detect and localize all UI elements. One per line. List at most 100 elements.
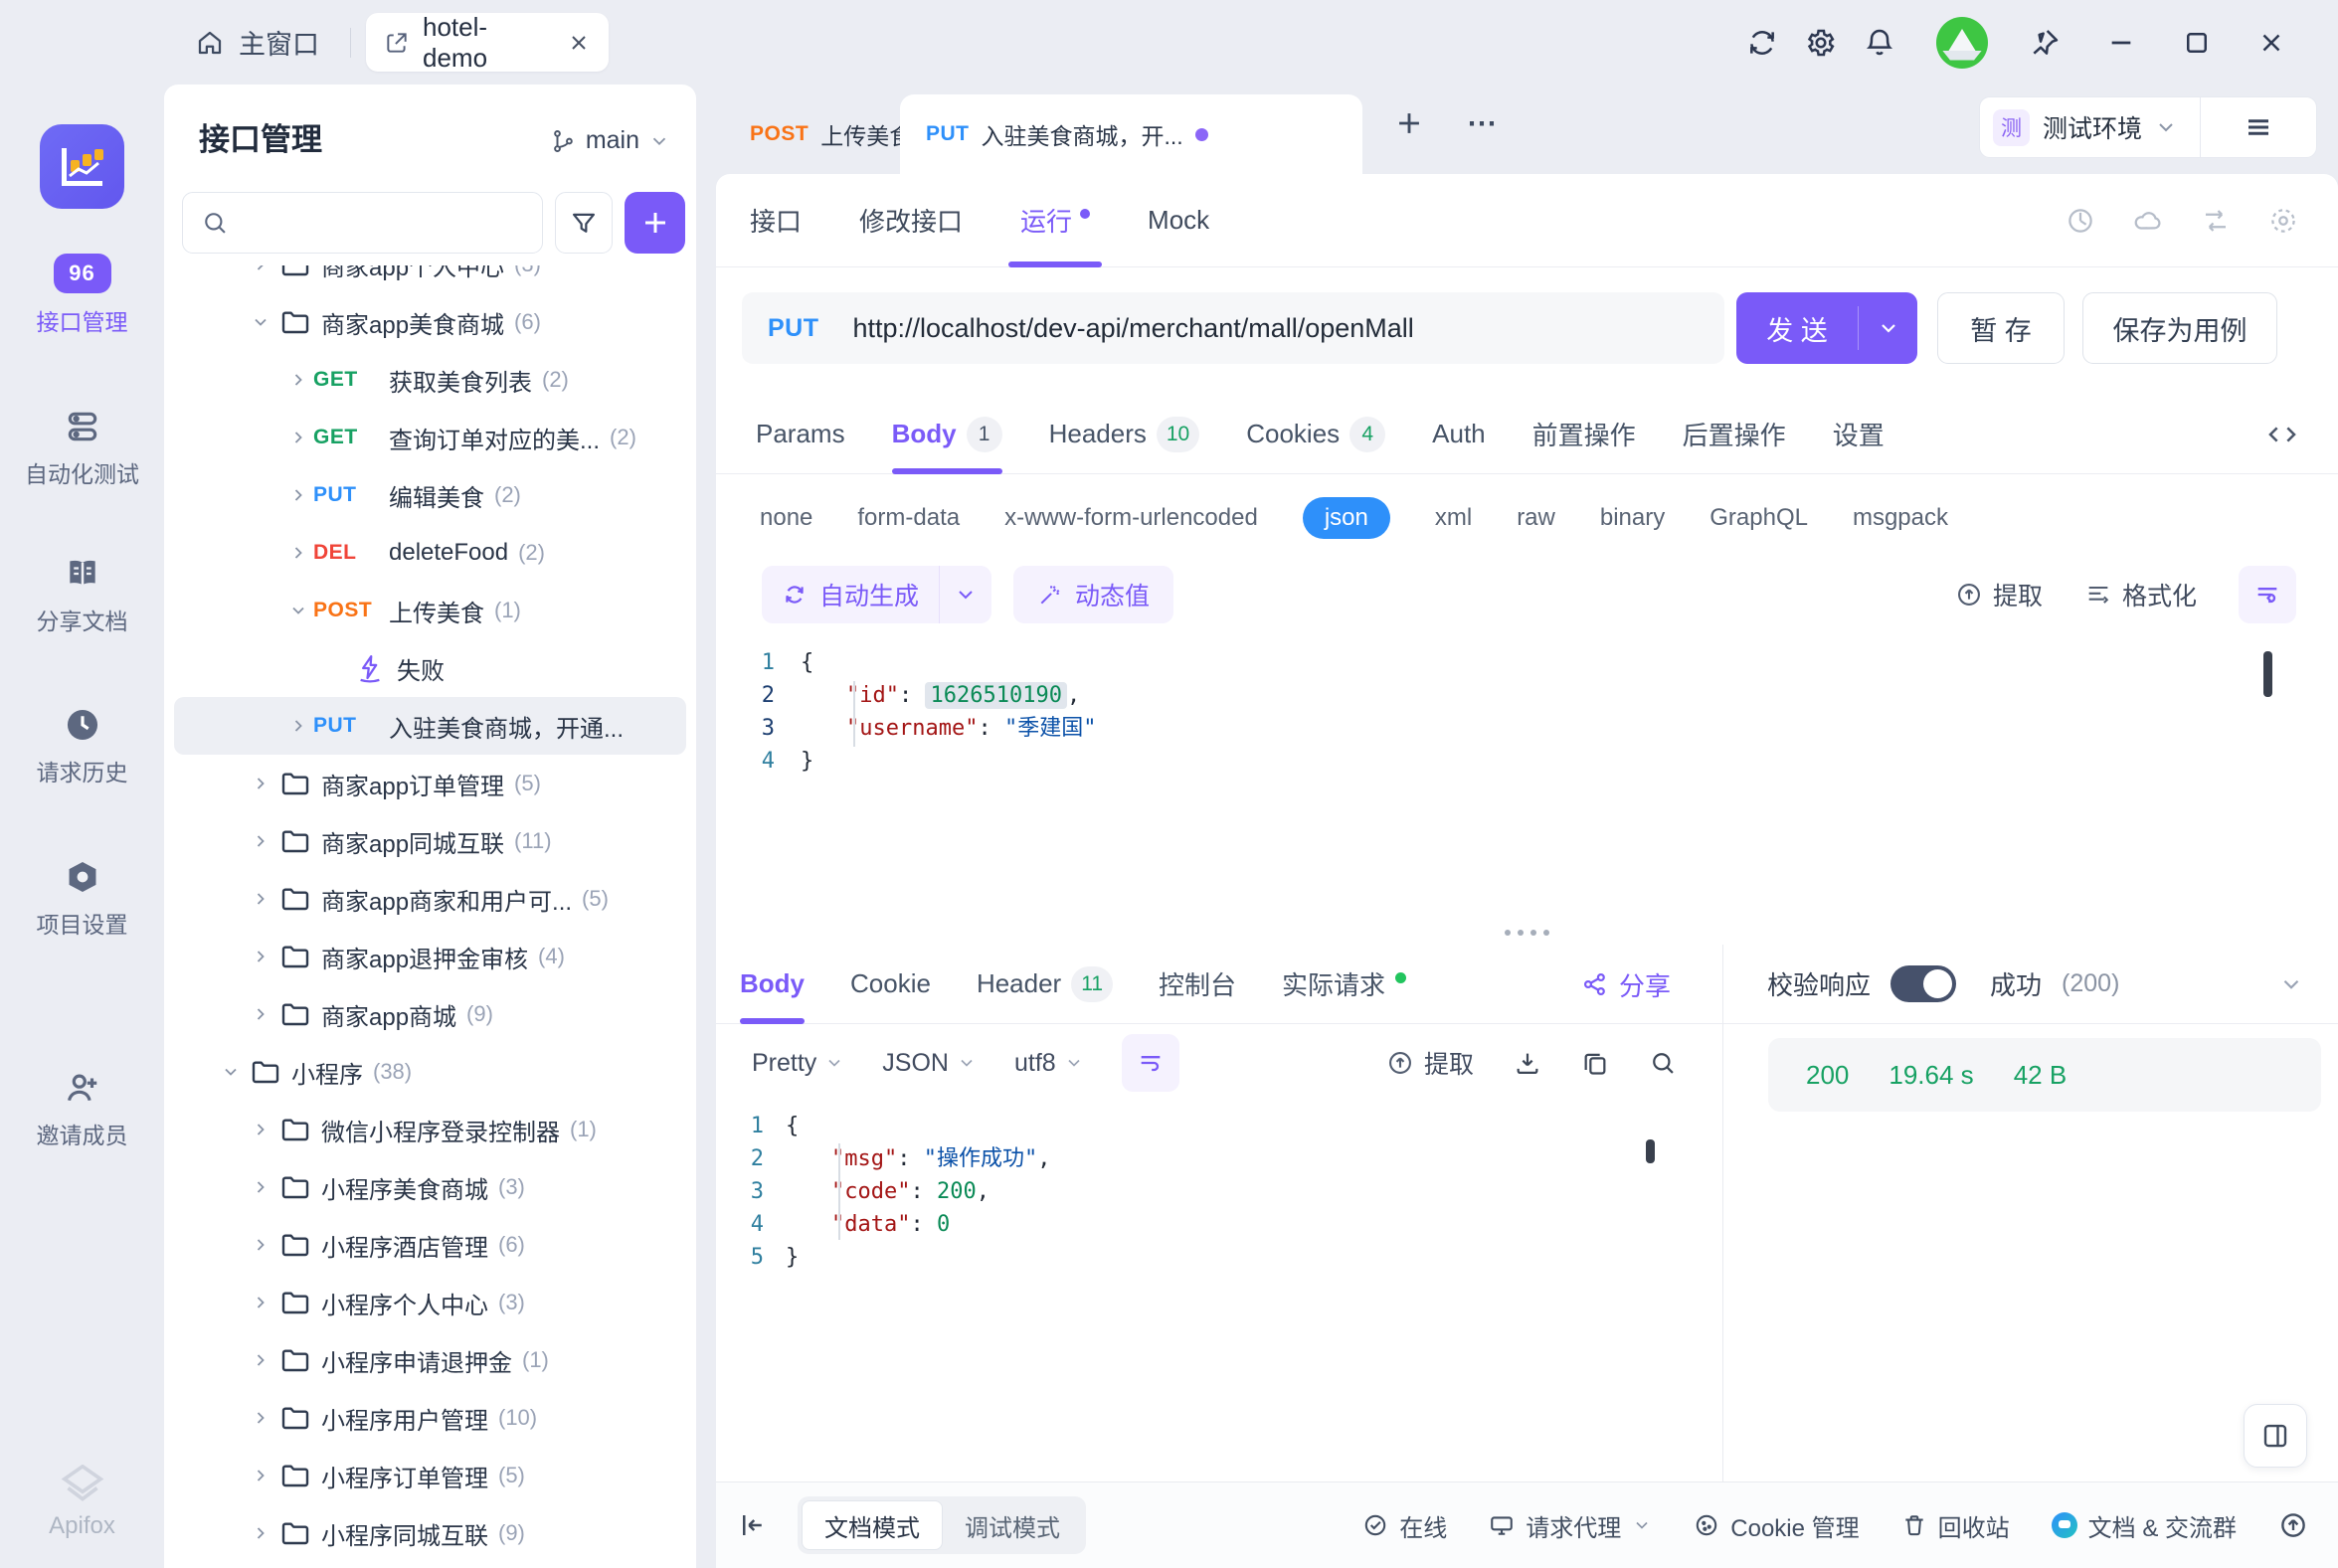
- main-window-button[interactable]: 主窗口: [195, 0, 319, 85]
- chevron-right-icon[interactable]: [287, 716, 309, 736]
- chevron-down-icon[interactable]: [2278, 971, 2304, 997]
- tree-folder[interactable]: 小程序美食商城(3): [174, 1158, 686, 1216]
- request-tab-Params[interactable]: Params: [756, 395, 845, 474]
- tree-folder[interactable]: 小程序同城互联(9): [174, 1504, 686, 1562]
- pretty-select[interactable]: Pretty: [752, 1049, 844, 1078]
- collapse-sidebar-icon[interactable]: [738, 1510, 768, 1540]
- chevron-right-icon[interactable]: [287, 370, 309, 390]
- rail-item-api[interactable]: 96接口管理: [0, 254, 164, 337]
- code-view-icon[interactable]: [2266, 395, 2298, 474]
- close-tab-icon[interactable]: [567, 31, 591, 55]
- response-tab-Body[interactable]: Body: [740, 945, 805, 1024]
- chevron-right-icon[interactable]: [287, 428, 309, 447]
- editor-scrollbar[interactable]: [2263, 651, 2272, 697]
- rail-item-person[interactable]: 邀请成员: [0, 1069, 164, 1150]
- tree-folder[interactable]: 商家app订单管理(5): [174, 755, 686, 812]
- rail-item-clock[interactable]: 请求历史: [0, 706, 164, 787]
- response-extract-button[interactable]: 提取: [1386, 1045, 1474, 1081]
- tree-folder[interactable]: 商家app同城互联(11): [174, 812, 686, 870]
- request-tab-Auth[interactable]: Auth: [1432, 395, 1486, 474]
- close-window-button[interactable]: [2256, 28, 2286, 58]
- new-tab-button[interactable]: [1392, 106, 1426, 140]
- chevron-right-icon[interactable]: [250, 774, 271, 793]
- tree-folder[interactable]: 小程序酒店管理(6): [174, 1216, 686, 1274]
- branch-selector[interactable]: main: [551, 126, 670, 155]
- body-type-msgpack[interactable]: msgpack: [1853, 504, 1948, 532]
- format-button[interactable]: 格式化: [2084, 577, 2197, 612]
- extract-button[interactable]: 提取: [1955, 577, 2043, 612]
- settings-gear-icon[interactable]: [1805, 27, 1837, 59]
- tree-folder[interactable]: 商家app商家和用户可...(5): [174, 870, 686, 928]
- chevron-down-icon[interactable]: [287, 601, 309, 620]
- notifications-bell-icon[interactable]: [1864, 27, 1895, 59]
- request-url-input[interactable]: PUT http://localhost/dev-api/merchant/ma…: [742, 292, 1724, 364]
- tree-endpoint[interactable]: POST上传美食(1): [174, 582, 686, 639]
- filter-button[interactable]: [555, 192, 613, 254]
- send-button[interactable]: 发 送: [1736, 292, 1917, 364]
- chevron-down-icon[interactable]: [220, 1062, 242, 1082]
- chevron-down-icon[interactable]: [940, 583, 991, 607]
- copy-icon[interactable]: [1581, 1049, 1609, 1077]
- tree-endpoint[interactable]: GET查询订单对应的美...(2): [174, 409, 686, 466]
- chevron-right-icon[interactable]: [250, 1293, 271, 1312]
- environment-selector[interactable]: 测 测试环境: [1979, 96, 2317, 158]
- response-scrollbar[interactable]: [1646, 1139, 1655, 1163]
- save-as-case-button[interactable]: 保存为用例: [2082, 292, 2277, 364]
- chevron-right-icon[interactable]: [250, 1235, 271, 1255]
- rail-item-hexnut[interactable]: 项目设置: [0, 858, 164, 940]
- request-tab-设置[interactable]: 设置: [1833, 395, 1885, 474]
- doc-mode-button[interactable]: 文档模式: [802, 1500, 943, 1550]
- recycle-bin-button[interactable]: 回收站: [1901, 1508, 2010, 1543]
- tree-endpoint[interactable]: PUT编辑美食(2): [174, 466, 686, 524]
- body-type-GraphQL[interactable]: GraphQL: [1709, 504, 1808, 532]
- dynamic-value-button[interactable]: 动态值: [1013, 566, 1173, 623]
- run-settings-icon[interactable]: [2268, 206, 2298, 236]
- tree-folder[interactable]: 商家app美食商城(6): [174, 293, 686, 351]
- format-select[interactable]: JSON: [882, 1049, 977, 1078]
- tree-endpoint[interactable]: PUT入驻美食商城，开通...: [174, 697, 686, 755]
- body-type-xml[interactable]: xml: [1435, 504, 1472, 532]
- response-tab-Cookie[interactable]: Cookie: [850, 945, 931, 1024]
- tree-case[interactable]: 失败: [174, 639, 686, 697]
- compare-icon[interactable]: [2201, 206, 2231, 236]
- response-body-viewer[interactable]: 1{2"msg": "操作成功",3"code": 200,4"data": 0…: [716, 1104, 1722, 1481]
- chevron-right-icon[interactable]: [250, 1177, 271, 1197]
- maximize-button[interactable]: [2182, 28, 2212, 58]
- layout-toggle-button[interactable]: [2244, 1404, 2307, 1468]
- subtab-接口[interactable]: 接口: [750, 174, 802, 267]
- chevron-right-icon[interactable]: [250, 889, 271, 909]
- subtab-运行[interactable]: 运行: [1020, 174, 1090, 267]
- chevron-down-icon[interactable]: [250, 312, 271, 332]
- chevron-right-icon[interactable]: [250, 1120, 271, 1139]
- send-options-chevron[interactable]: [1859, 316, 1917, 340]
- body-type-json[interactable]: json: [1303, 497, 1390, 539]
- response-tab-Header[interactable]: Header11: [977, 945, 1113, 1024]
- scroll-top-icon[interactable]: [2278, 1510, 2308, 1540]
- project-tab[interactable]: hotel-demo: [366, 13, 609, 72]
- performance-icon[interactable]: [2066, 206, 2095, 236]
- request-body-editor[interactable]: 1{2"id": 1626510190,3"username": "季建国"4}: [716, 641, 2338, 920]
- chevron-right-icon[interactable]: [250, 947, 271, 966]
- panel-splitter[interactable]: [716, 920, 2338, 945]
- doc-tab-active[interactable]: PUT入驻美食商城，开...: [900, 94, 1362, 174]
- request-proxy-button[interactable]: 请求代理: [1489, 1508, 1652, 1543]
- download-icon[interactable]: [1514, 1049, 1541, 1077]
- chevron-right-icon[interactable]: [287, 485, 309, 505]
- word-wrap-icon[interactable]: [2239, 566, 2296, 623]
- auto-generate-button[interactable]: 自动生成: [762, 566, 991, 623]
- response-tab-控制台[interactable]: 控制台: [1159, 945, 1236, 1024]
- online-status[interactable]: 在线: [1362, 1508, 1447, 1543]
- user-avatar[interactable]: [1936, 17, 1988, 69]
- subtab-Mock[interactable]: Mock: [1148, 174, 1209, 267]
- search-icon[interactable]: [1649, 1049, 1677, 1077]
- tree-folder[interactable]: 商家app商城(9): [174, 985, 686, 1043]
- subtab-修改接口[interactable]: 修改接口: [859, 174, 963, 267]
- minimize-button[interactable]: [2105, 27, 2137, 59]
- tree-folder[interactable]: 小程序(38): [174, 1043, 686, 1101]
- rail-item-book[interactable]: 分享文档: [0, 555, 164, 636]
- debug-mode-button[interactable]: 调试模式: [943, 1500, 1082, 1550]
- validate-response-toggle[interactable]: [1890, 965, 1956, 1002]
- chevron-right-icon[interactable]: [250, 831, 271, 851]
- tree-folder[interactable]: 商家app退押金审核(4): [174, 928, 686, 985]
- tree-folder[interactable]: 小程序申请退押金(1): [174, 1331, 686, 1389]
